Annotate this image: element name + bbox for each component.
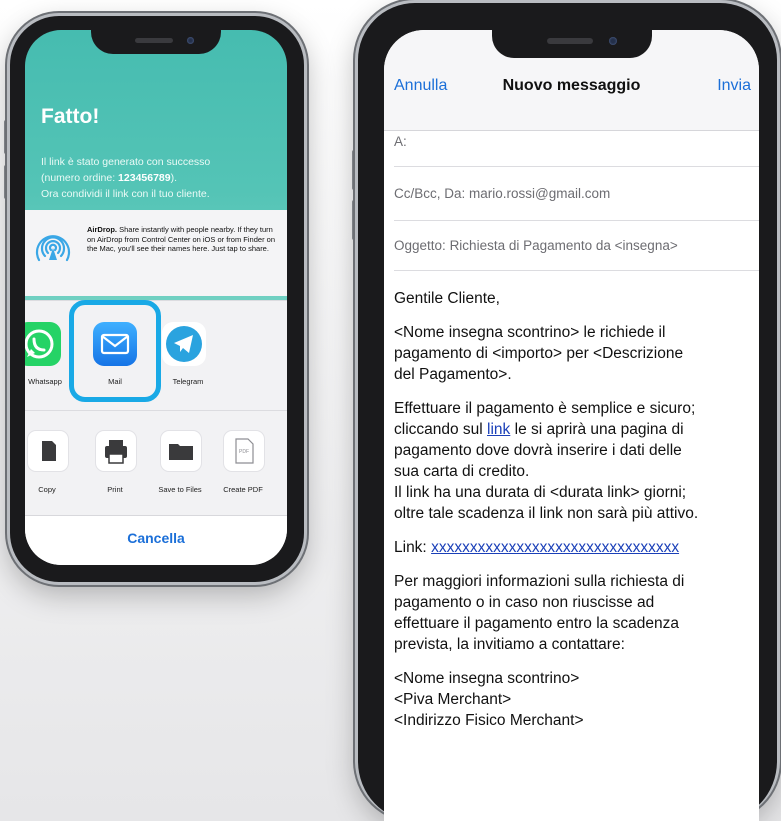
airdrop-title: AirDrop. (87, 225, 117, 234)
cancel-label: Cancella (127, 530, 185, 546)
pdf-badge: PDF (239, 449, 249, 455)
to-field[interactable]: A: (394, 134, 754, 149)
order-label: (numero ordine: (41, 172, 119, 184)
airdrop-icon (33, 226, 73, 266)
front-camera (187, 37, 194, 44)
mail-body[interactable]: Gentile Cliente, <Nome insegna scontrino… (394, 288, 756, 731)
phone-notch (492, 30, 652, 58)
success-message-line: (numero ordine: 123456789). (41, 171, 177, 186)
subject-field[interactable]: Oggetto: Richiesta di Pagamento da <inse… (394, 238, 754, 253)
cc-field[interactable]: Cc/Bcc, Da: mario.rossi@gmail.com (394, 186, 754, 201)
payment-link-inline[interactable]: link (487, 421, 510, 438)
subject-label: Oggetto: (394, 238, 446, 253)
telegram-icon[interactable] (162, 322, 206, 366)
body-line: del Pagamento>. (394, 366, 512, 383)
body-text: cliccando sul (394, 421, 488, 438)
body-line: pagamento dove dovrà inserire i dati del… (394, 442, 682, 459)
mail-highlight-box (69, 300, 161, 402)
body-line: <Nome insegna scontrino> le richiede il (394, 324, 666, 341)
divider (394, 270, 759, 271)
to-label: A: (394, 134, 407, 149)
success-title: Fatto! (41, 105, 100, 128)
cc-value: mario.rossi@gmail.com (469, 186, 611, 201)
payment-link[interactable]: xxxxxxxxxxxxxxxxxxxxxxxxxxxxxxxx (431, 539, 679, 556)
phone-notch (91, 30, 221, 54)
signature-line: <Indirizzo Fisico Merchant> (394, 712, 584, 729)
annulla-button[interactable]: Annulla (394, 77, 447, 95)
pdf-icon[interactable]: PDF (223, 430, 265, 472)
airdrop-description: AirDrop. Share instantly with people nea… (87, 225, 283, 254)
body-line: oltre tale scadenza il link non sarà più… (394, 505, 699, 522)
compose-mail-screen: Nuovo messaggio Annulla Invia A: Cc/Bcc,… (384, 30, 759, 821)
link-label: Link: (394, 539, 432, 556)
greeting: Gentile Cliente, (394, 290, 500, 307)
copy-icon[interactable] (27, 430, 69, 472)
front-camera (609, 37, 617, 45)
app-label-telegram: Telegram (172, 377, 204, 386)
signature-line: <Piva Merchant> (394, 691, 512, 708)
subject-value: Richiesta di Pagamento da <insegna> (449, 238, 678, 253)
divider (394, 220, 759, 221)
divider (394, 166, 759, 167)
signature-line: <Nome insegna scontrino> (394, 670, 580, 687)
body-line: sua carta di credito. (394, 463, 530, 480)
body-text: le si aprirà una pagina di (510, 421, 684, 438)
success-message-line: Ora condividi il link con il tuo cliente… (41, 188, 210, 200)
folder-icon[interactable] (160, 430, 202, 472)
action-label-print: Print (107, 485, 123, 494)
invia-button[interactable]: Invia (717, 77, 751, 95)
body-line: effettuare il pagamento entro la scadenz… (394, 615, 679, 632)
cc-label: Cc/Bcc, Da: (394, 186, 466, 201)
link-line: Link: xxxxxxxxxxxxxxxxxxxxxxxxxxxxxxxx (394, 537, 756, 558)
body-line: pagamento o in caso non riuscisse ad (394, 594, 655, 611)
order-number: 123456789 (118, 172, 171, 184)
action-label-save-to-files: Save to Files (158, 485, 202, 494)
app-label-whatsapp: Whatsapp (28, 377, 62, 386)
body-line: cliccando sul link le si aprirà una pagi… (394, 419, 756, 440)
whatsapp-icon[interactable] (25, 322, 61, 366)
body-line: Il link ha una durata di <durata link> g… (394, 484, 687, 501)
body-line: Effettuare il pagamento è semplice e sic… (394, 400, 696, 417)
success-message-line: Il link è stato generato con successo (41, 156, 211, 168)
body-line: prevista, la invitiamo a contattare: (394, 636, 625, 653)
share-sheet-screen: Fatto! Il link è stato generato con succ… (25, 30, 287, 565)
action-label-create-pdf: Create PDF (223, 485, 263, 494)
speaker-grille (135, 38, 173, 43)
speaker-grille (547, 38, 593, 44)
body-line: pagamento di <importo> per <Descrizione (394, 345, 684, 362)
body-line: Per maggiori informazioni sulla richiest… (394, 573, 685, 590)
printer-icon[interactable] (95, 430, 137, 472)
action-label-copy: Copy (38, 485, 56, 494)
order-suffix: ). (170, 172, 178, 184)
